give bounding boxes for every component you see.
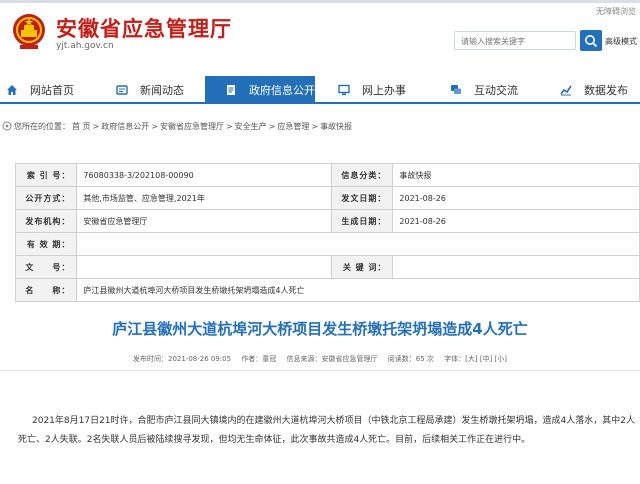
nav-item-gov-info[interactable]: 政府信息公开 [205,76,315,104]
disclosure-method-label: 公开方式： [14,186,78,210]
info-source: 信息来源：安徽省应急管理厅 [286,355,378,363]
table-row: 名 称： 庐江县徽州大道杭埠河大桥项目发生桥墩托架坍塌造成4人死亡 [14,278,640,302]
monitor-icon [338,84,350,96]
location-icon [2,121,12,131]
validity-value [76,232,640,256]
table-row: 发布机构： 安徽省应急管理厅 生成日期： 2021-08-26 [14,209,640,233]
publisher-label: 发布机构： [14,209,78,233]
table-row: 有 效 期： [14,232,640,256]
breadcrumb-item-home[interactable]: 首 页 [72,122,91,131]
index-number-value: 76080338-3/202108-00090 [76,163,333,187]
divider [0,370,640,371]
breadcrumb-item-emergency[interactable]: 应急管理 [277,122,309,131]
search-icon [585,35,598,48]
main-nav: 网站首页 新闻动态 政府信息公开 网上办事 互动交流 数据发布 [0,76,640,104]
generated-date-label: 生成日期： [331,209,394,233]
search-input[interactable]: 请输入搜索关键字 [454,31,576,50]
news-icon [116,85,128,95]
breadcrumb-item-department[interactable]: 安徽省应急管理厅 [160,122,224,131]
breadcrumb-separator: > [311,122,319,131]
nav-item-data-release[interactable]: 数据发布 [560,76,640,104]
nav-item-news[interactable]: 新闻动态 [116,76,206,104]
breadcrumb-item-accident-report[interactable]: 事故快报 [320,122,352,131]
national-emblem-icon [13,14,45,49]
site-title[interactable]: 安徽省应急管理厅 [56,13,232,43]
breadcrumb-item-gov-info[interactable]: 政府信息公开 [101,122,149,131]
breadcrumb-separator: > [151,122,158,131]
doc-number-value [76,255,333,279]
generated-date-value: 2021-08-26 [392,209,640,233]
issue-date-value: 2021-08-26 [392,186,640,210]
chat-icon [451,85,461,94]
mode-switch-link[interactable]: 高级模式 [605,36,637,47]
index-number-label: 索 引 号： [14,163,78,187]
site-header: 安徽省应急管理厅 yjt.ah.gov.cn 无障碍浏览 请输入搜索关键字 高级… [0,0,640,72]
article-title: 庐江县徽州大道杭埠河大桥项目发生桥墩托架坍塌造成4人死亡 [112,320,528,338]
publisher-value: 安徽省应急管理厅 [76,209,333,233]
home-icon [7,85,17,95]
doc-number-label: 文 号： [14,255,78,279]
name-label: 名 称： [14,278,78,302]
table-row: 公开方式： 其他,市场监管、应急管理,2021年 发文日期： 2021-08-2… [14,186,640,210]
breadcrumb-separator: > [268,122,276,131]
disclosure-method-value: 其他,市场监管、应急管理,2021年 [76,186,333,210]
font-size-controls[interactable]: 字体：[大] [中] [小] [444,355,507,363]
chart-icon [560,85,572,96]
breadcrumb-separator: > [92,122,100,131]
accessibility-link[interactable]: 无障碍浏览 [596,7,636,16]
top-links: 无障碍浏览 [588,6,636,17]
document-icon [227,85,235,95]
issue-date-label: 发文日期： [331,186,394,210]
article-body: 2021年8月17日21时许，合肥市庐江县同大镇境内的在建徽州大道杭埠河大桥项目… [18,416,635,445]
publish-time: 发布时间：2021-08-26 09:05 [132,355,232,363]
breadcrumb-item-safety[interactable]: 安全生产 [235,122,267,131]
site-domain: yjt.ah.gov.cn [56,41,114,51]
keywords-value [392,255,640,279]
breadcrumb: 您所在的位置：首 页 > 政府信息公开 > 安徽省应急管理厅 > 安全生产 > 应急管理 > 事故快… [0,121,640,132]
read-count: 阅读数：65 次 [387,355,434,363]
breadcrumb-separator: > [225,122,233,131]
nav-item-home[interactable]: 网站首页 [6,76,96,104]
author: 作者：童冠 [241,355,277,363]
keywords-label: 关 键 词： [331,255,394,279]
nav-item-interaction[interactable]: 互动交流 [450,76,540,104]
breadcrumb-prefix: 您所在的位置： [14,122,70,131]
table-row: 索 引 号： 76080338-3/202108-00090 信息分类： 事故快… [14,163,640,187]
search-button[interactable] [580,30,602,51]
info-category-label: 信息分类： [331,163,394,187]
info-category-value: 事故快报 [392,163,640,187]
validity-label: 有 效 期： [14,232,78,256]
info-metadata-table: 索 引 号： 76080338-3/202108-00090 信息分类： 事故快… [14,163,640,302]
article-meta: 发布时间：2021-08-26 09:05 作者：童冠 信息来源：安徽省应急管理… [0,354,640,364]
nav-item-online-services[interactable]: 网上办事 [338,76,428,104]
table-row: 文 号： 关 键 词： [14,255,640,279]
name-value: 庐江县徽州大道杭埠河大桥项目发生桥墩托架坍塌造成4人死亡 [76,278,640,302]
